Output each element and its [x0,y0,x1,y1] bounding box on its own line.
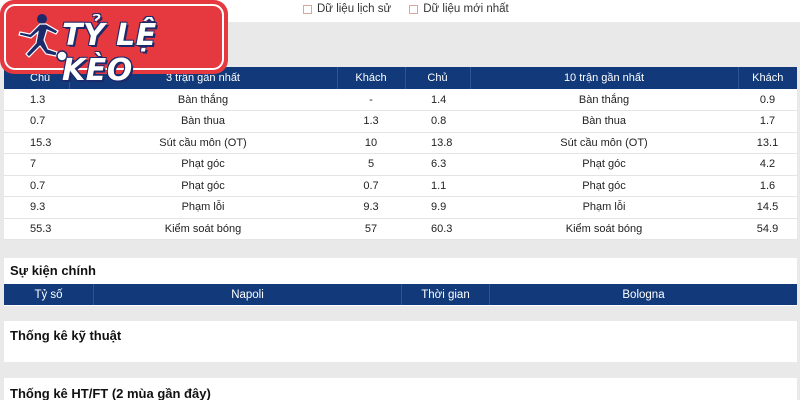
htft-stats-title: Thống kê HT/FT (2 mùa gần đây) [10,386,211,400]
stats-row: 1.3 Bàn thắng -1.4 Bàn thắng 0.9 [4,89,797,111]
logo-text: TỶ LỆ KÈO [62,18,157,88]
stats-row: 7 Phạt góc 5 6.3 Phạt góc 4.2 [4,153,797,176]
key-events-title: Sự kiện chính [10,263,96,278]
home-value-10: 9.9 [405,196,470,219]
stats-row: 15.3 Sút cầu môn (OT) 10 13.8 Sút cầu môn (O… [4,132,797,154]
home-value-3: 9.3 [4,196,69,219]
history-data-label: Dữ liệu lịch sử [317,3,392,15]
stat-label-3: Sút cầu môn (OT) [69,132,337,154]
technical-stats-title: Thống kê kỹ thuật [10,328,122,343]
away-value-10: 54.9 [738,218,797,240]
stats-row: 55.3 Kiểm soát bóng 57 60.3 Kiểm soát bóng 54… [4,218,797,240]
stat-label-3: Phạt góc [69,175,337,197]
home-value-10: 1.4 [405,89,470,111]
away-value-3: - [337,89,405,111]
home-value-10: 1.1 [405,175,470,197]
stats-row: 0.7 Phạt góc 0.7 1.1 Phạt góc 1.6 [4,175,797,197]
stat-label-3: Kiểm soát bóng [69,218,337,240]
away-value-10: 1.7 [738,110,797,133]
home-value-3: 7 [4,153,69,176]
away-value-10: 1.6 [738,175,797,197]
away-value-3: 10 [337,132,405,154]
score-header: Tỷ số [34,288,63,301]
away-value-10: 4.2 [738,153,797,176]
away-header-3: Khách [336,67,405,89]
site-logo[interactable]: TỶ LỆ KÈO [0,0,228,88]
stat-label-10: Sút cầu môn (OT) [470,132,738,154]
latest-data-filter[interactable]: Dữ liệu mới nhất [409,3,509,15]
htft-stats-section: Thống kê HT/FT (2 mùa gần đây) [4,378,797,400]
stat-label-3: Bàn thua [69,110,337,133]
stat-label-10: Bàn thắng [470,89,738,111]
away-value-10: 0.9 [738,89,797,111]
home-value-3: 15.3 [4,132,69,154]
away-value-3: 1.3 [337,110,405,133]
stat-label-10: Bàn thua [470,110,738,133]
stats-row: 0.7 Bàn thua 1.3 0.8 Bàn thua 1.7 [4,110,797,133]
logo-frame: TỶ LỆ KÈO [4,4,224,88]
home-value-3: 0.7 [4,175,69,197]
latest-data-label: Dữ liệu mới nhất [423,3,509,15]
home-value-10: 6.3 [405,153,470,176]
home-value-3: 55.3 [4,218,69,240]
away-team-header: Bologna [489,284,797,305]
history-data-filter[interactable]: Dữ liệu lịch sử [303,3,391,15]
home-value-10: 13.8 [405,132,470,154]
latest-data-checkbox[interactable] [409,4,419,14]
home-team-header: Napoli [93,284,401,305]
history-data-checkbox[interactable] [303,4,312,14]
stat-label-10: Phạt góc [470,175,738,197]
home-value-3: 0.7 [4,110,69,133]
stat-label-10: Phạt góc [470,153,738,176]
away-header-10: Khách [737,67,797,89]
key-events-section: Sự kiện chính Tỷ số Napoli Thời gian Bol… [4,258,797,306]
home-value-10: 0.8 [405,110,470,133]
stat-label-3: Phạm lỗi [69,196,337,219]
technical-stats-section: Thống kê kỹ thuật [4,321,797,362]
home-value-10: 60.3 [405,218,470,240]
stat-label-3: Bàn thắng [69,89,337,111]
last-10-matches-header: 10 trận gần nhất [469,67,738,89]
home-header-10: Chủ [404,67,470,89]
away-value-10: 14.5 [738,196,797,219]
away-value-3: 9.3 [337,196,405,219]
away-value-3: 57 [337,218,405,240]
stat-label-3: Phạt góc [69,153,337,176]
key-events-header-row: Tỷ số Napoli Thời gian Bologna [4,284,797,305]
away-value-10: 13.1 [738,132,797,154]
away-value-3: 0.7 [337,175,405,197]
recent-matches-stats-table: Chủ 3 trận gần nhất Khách Chủ 10 trận gầ… [4,67,797,240]
stats-row: 9.3 Phạm lỗi 9.3 9.9 Phạm lỗi 14.5 [4,196,797,219]
data-filters: Dữ liệu lịch sử Dữ liệu mới nhất [303,3,509,15]
home-value-3: 1.3 [4,89,69,111]
time-header: Thời gian [401,284,489,305]
stat-label-10: Phạm lỗi [470,196,738,219]
away-value-3: 5 [337,153,405,176]
stat-label-10: Kiểm soát bóng [470,218,738,240]
